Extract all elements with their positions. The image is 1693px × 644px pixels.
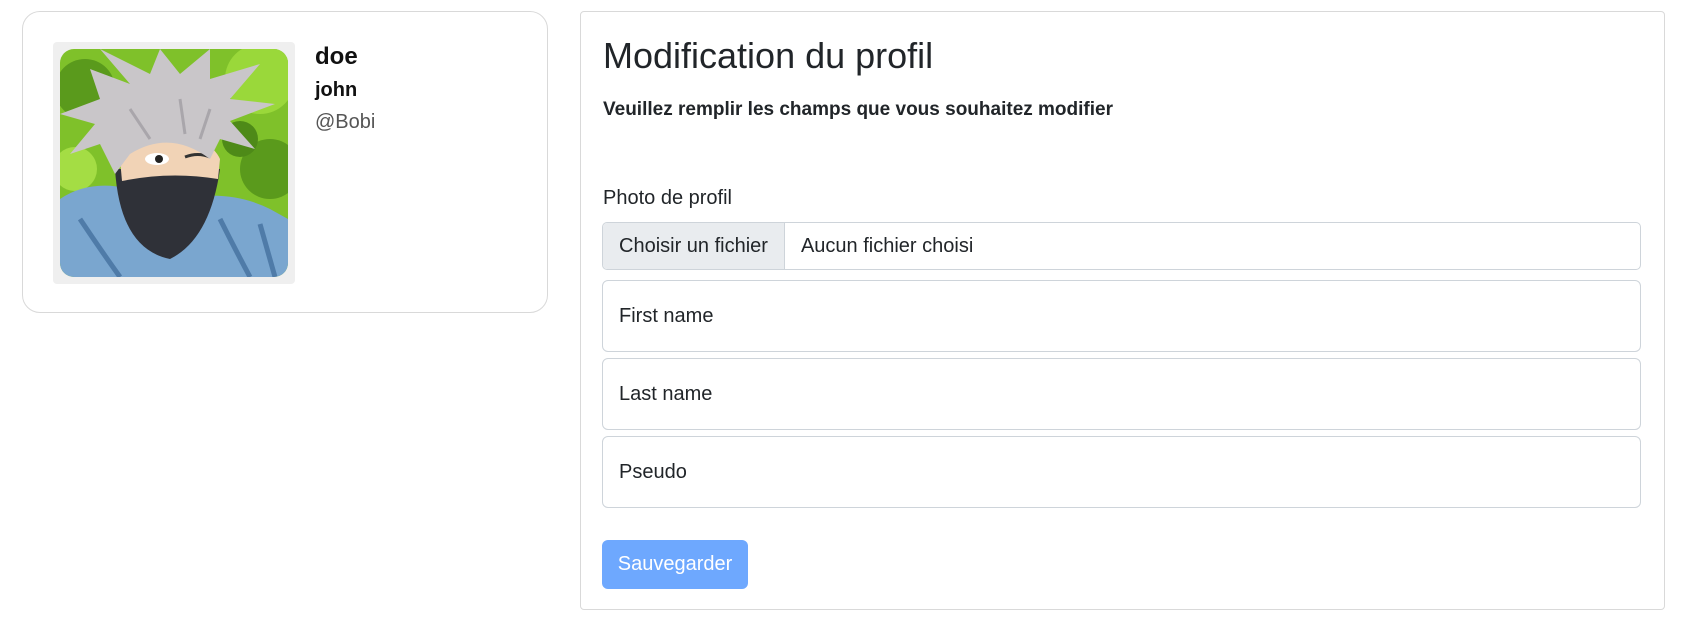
photo-label: Photo de profil xyxy=(603,187,732,209)
edit-profile-card: Modification du profil Veuillez remplir … xyxy=(580,11,1665,610)
avatar xyxy=(60,49,288,277)
file-status-text: Aucun fichier choisi xyxy=(800,234,974,257)
page-title: Modification du profil xyxy=(603,35,934,76)
profile-last-name: doe xyxy=(315,43,358,70)
save-button[interactable]: Sauvegarder xyxy=(602,540,748,589)
profile-card: doe john @Bobi xyxy=(22,11,548,313)
form-subtitle: Veuillez remplir les champs que vous sou… xyxy=(603,99,1113,120)
profile-first-name: john xyxy=(315,79,358,101)
avatar-frame xyxy=(53,42,295,284)
last-name-input[interactable] xyxy=(602,358,1641,430)
user-info: doe john @Bobi xyxy=(315,42,375,137)
profile-handle: @Bobi xyxy=(315,111,376,133)
choose-file-button[interactable]: Choisir un fichier xyxy=(603,223,785,269)
first-name-input[interactable] xyxy=(602,280,1641,352)
profile-photo-file-input[interactable]: Choisir un fichier Aucun fichier choisi xyxy=(602,222,1641,270)
pseudo-input[interactable] xyxy=(602,436,1641,508)
